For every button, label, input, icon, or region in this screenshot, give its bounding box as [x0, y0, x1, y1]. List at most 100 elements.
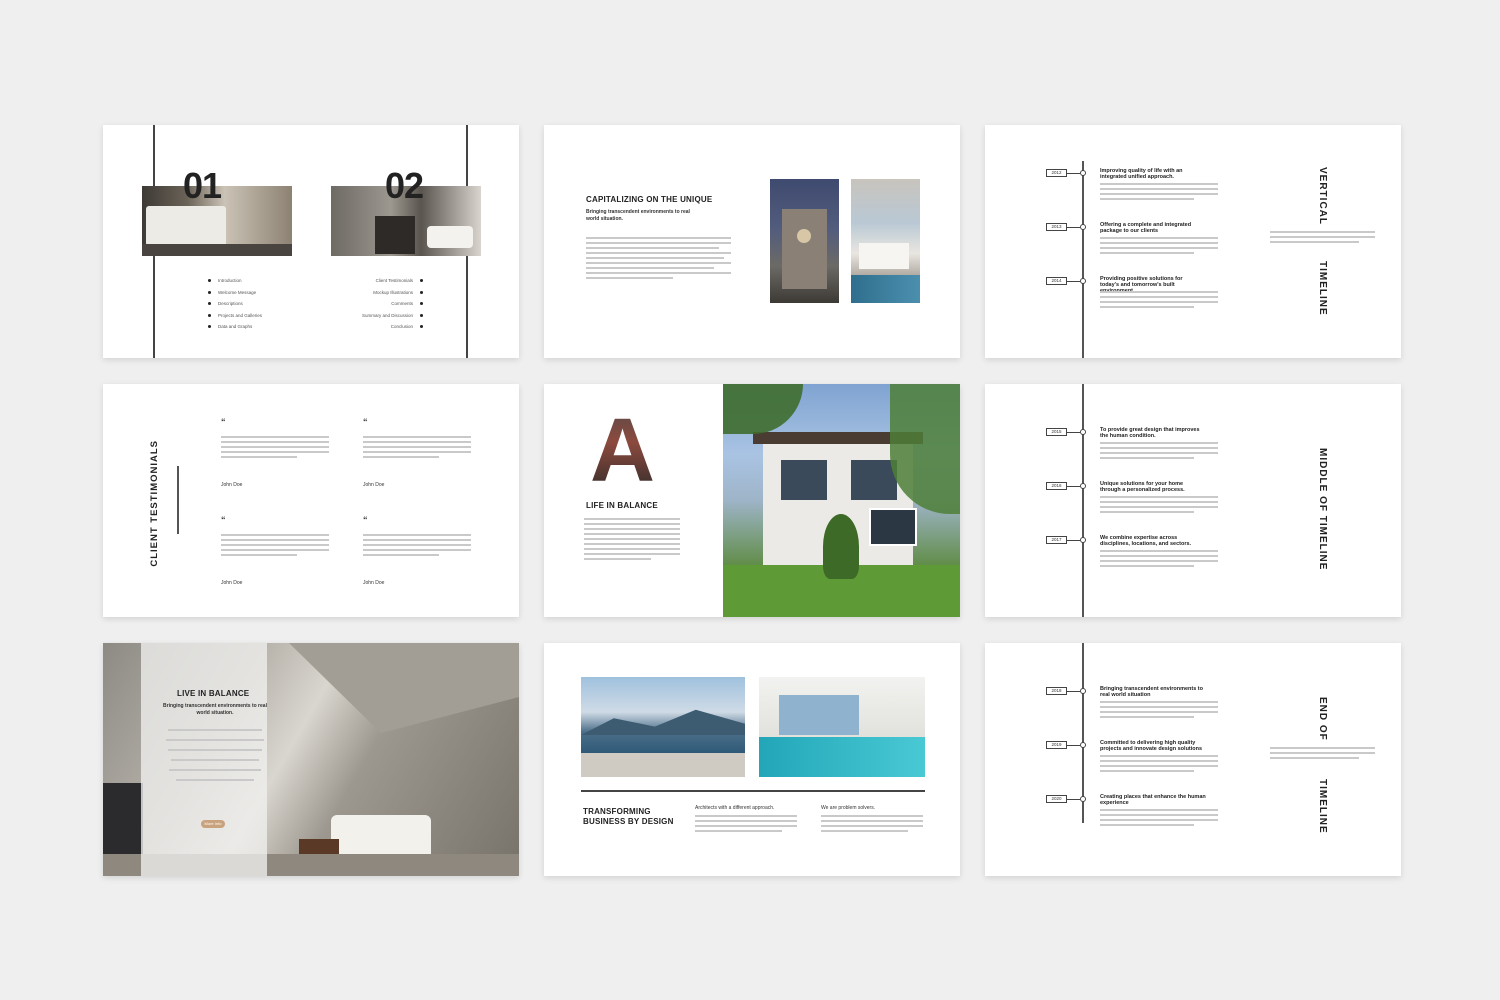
event-title: Committed to delivering high quality pro…	[1100, 740, 1203, 752]
slide-life-in-balance[interactable]: A LIFE IN BALANCE	[544, 384, 960, 617]
quote-icon: “	[363, 515, 368, 525]
testimonial-author: John Doe	[221, 482, 243, 488]
quote-icon: “	[221, 417, 226, 427]
year-badge: 2018	[1046, 687, 1067, 695]
event-text	[1100, 442, 1218, 459]
timeline-node	[1080, 688, 1086, 694]
testimonial-text	[363, 436, 471, 458]
year-badge: 2013	[1046, 223, 1067, 231]
slide-subtitle: Bringing transcendent environments to re…	[586, 209, 690, 222]
title-timeline: TIMELINE	[1317, 779, 1328, 834]
agenda-item[interactable]: Conclusion	[362, 321, 424, 333]
year-badge: 2020	[1046, 795, 1067, 803]
testimonial-author: John Doe	[221, 580, 243, 586]
slide-title: LIVE IN BALANCE	[177, 689, 250, 698]
agenda-item[interactable]: Projects and Galleries	[208, 310, 262, 322]
slide-capitalizing[interactable]: CAPITALIZING ON THE UNIQUE Bringing tran…	[544, 125, 960, 358]
timeline-node	[1080, 796, 1086, 802]
timeline-tick	[1067, 173, 1080, 174]
timeline-node	[1080, 278, 1086, 284]
timeline-node	[1080, 742, 1086, 748]
timeline-node	[1080, 537, 1086, 543]
title-accent-bar	[177, 466, 179, 534]
slide-middle-timeline[interactable]: 2015 To provide great design that improv…	[985, 384, 1401, 617]
year-badge: 2012	[1046, 169, 1067, 177]
timeline-tick	[1067, 691, 1080, 692]
agenda-item[interactable]: Descriptions	[208, 298, 262, 310]
title-end-of: END OF	[1317, 697, 1328, 741]
agenda-item[interactable]: Client Testimonials	[362, 275, 424, 287]
timeline-tick	[1067, 540, 1080, 541]
agenda-item[interactable]: Data and Graphs	[208, 321, 262, 333]
section-number-01: 01	[183, 165, 222, 206]
event-text	[1100, 550, 1218, 567]
body-text-placeholder	[163, 729, 267, 781]
timeline-tick	[1067, 486, 1080, 487]
timeline-tick	[1067, 799, 1080, 800]
agenda-item[interactable]: Summary and Discussion	[362, 310, 424, 322]
event-title: Unique solutions for your home through a…	[1100, 481, 1185, 493]
agenda-item[interactable]: Mockup Illustrations	[362, 287, 424, 299]
timeline-line	[1082, 384, 1084, 617]
slide-title: TRANSFORMING BUSINESS BY DESIGN	[583, 807, 674, 826]
timeline-tick	[1067, 745, 1080, 746]
year-badge: 2017	[1046, 536, 1067, 544]
body-text-placeholder	[586, 237, 731, 279]
side-text	[1270, 231, 1375, 243]
agenda-list-right: Client Testimonials Mockup Illustrations…	[362, 275, 424, 333]
year-badge: 2019	[1046, 741, 1067, 749]
timeline-tick	[1067, 281, 1080, 282]
column1-heading: Architects with a different approach.	[695, 805, 775, 811]
slide-title: CAPITALIZING ON THE UNIQUE	[586, 195, 713, 204]
agenda-item[interactable]: Welcome Message	[208, 287, 262, 299]
agenda-item[interactable]: Introduction	[208, 275, 262, 287]
timeline-node	[1080, 483, 1086, 489]
slide-vertical-timeline[interactable]: 2012 Improving quality of life with an i…	[985, 125, 1401, 358]
column2-heading: We are problem solvers.	[821, 805, 876, 811]
divider-line	[581, 790, 925, 792]
timeline-node	[1080, 429, 1086, 435]
timeline-tick	[1067, 227, 1080, 228]
testimonial-text	[221, 436, 329, 458]
more-info-button[interactable]: More Info	[201, 820, 225, 828]
slide-subtitle: Bringing transcendent environments to re…	[163, 703, 267, 716]
quote-icon: “	[221, 515, 226, 525]
timeline-tick	[1067, 432, 1080, 433]
timeline-node	[1080, 224, 1086, 230]
event-title: To provide great design that improves th…	[1100, 427, 1200, 439]
section-number-02: 02	[385, 165, 424, 206]
quote-icon: “	[363, 417, 368, 427]
slide-end-timeline[interactable]: 2018 Bringing transcendent environments …	[985, 643, 1401, 876]
event-title: Creating places that enhance the human e…	[1100, 794, 1206, 806]
slide-agenda[interactable]: 01 02 Introduction Welcome Message Descr…	[103, 125, 519, 358]
interior-window-photo	[851, 179, 920, 303]
column1-text	[695, 815, 797, 832]
event-text	[1100, 291, 1218, 308]
event-text	[1100, 496, 1218, 513]
testimonial-text	[363, 534, 471, 556]
agenda-item[interactable]: Comments	[362, 298, 424, 310]
event-title: Offering a complete and integrated packa…	[1100, 222, 1192, 234]
slide-title: MIDDLE OF TIMELINE	[1317, 448, 1328, 571]
event-text	[1100, 701, 1218, 718]
event-text	[1100, 755, 1218, 772]
agenda-list-left: Introduction Welcome Message Description…	[208, 275, 262, 333]
slide-client-testimonials[interactable]: CLIENT TESTIMONIALS “ John Doe “ John Do…	[103, 384, 519, 617]
body-text-placeholder	[584, 518, 680, 560]
slide-title: CLIENT TESTIMONIALS	[149, 440, 160, 567]
event-text	[1100, 237, 1218, 254]
event-title: Improving quality of life with an integr…	[1100, 168, 1183, 180]
slide-live-in-balance[interactable]: LIVE IN BALANCE Bringing transcendent en…	[103, 643, 519, 876]
building-night-photo	[770, 179, 839, 303]
slide-transforming-business[interactable]: TRANSFORMING BUSINESS BY DESIGN Architec…	[544, 643, 960, 876]
event-text	[1100, 809, 1218, 826]
event-text	[1100, 183, 1218, 200]
pool-interior-photo	[759, 677, 925, 777]
year-badge: 2014	[1046, 277, 1067, 285]
side-text	[1270, 747, 1375, 759]
title-vertical: VERTICAL	[1317, 167, 1328, 225]
testimonial-author: John Doe	[363, 580, 385, 586]
lake-view-photo	[581, 677, 745, 777]
big-letter-a: A	[590, 401, 655, 501]
testimonial-author: John Doe	[363, 482, 385, 488]
